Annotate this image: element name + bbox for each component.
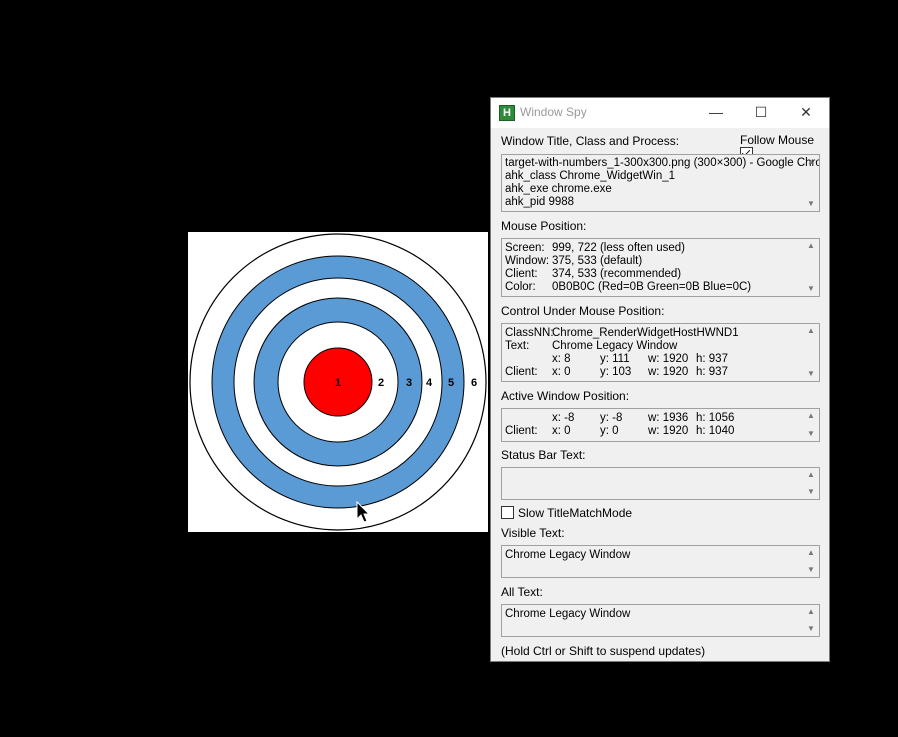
ring-number-5: 5 — [448, 377, 454, 389]
control-y: y: 111 — [600, 353, 630, 365]
active-window-label: Active Window Position: — [501, 389, 630, 403]
text-value: Chrome Legacy Window — [552, 340, 678, 352]
window-key: Window: — [505, 255, 550, 267]
all-text-value: Chrome Legacy Window — [505, 608, 631, 620]
scroll-up-icon[interactable]: ▲ — [806, 158, 816, 166]
active-client-w: w: 1920 — [648, 425, 689, 437]
active-w: w: 1936 — [648, 412, 689, 424]
mouse-position-label: Mouse Position: — [501, 219, 587, 233]
client-value: 374, 533 (recommended) — [552, 268, 682, 280]
scroll-up-icon[interactable]: ▲ — [806, 412, 816, 420]
classnn-key: ClassNN: — [505, 327, 554, 339]
visible-text-box[interactable]: Chrome Legacy Window ▲ ▼ — [501, 545, 820, 578]
window-title-box[interactable]: target-with-numbers_1-300x300.png (300×3… — [501, 154, 820, 212]
maximize-button[interactable]: ☐ — [738, 98, 784, 128]
ring-number-3: 3 — [406, 377, 412, 389]
scroll-down-icon[interactable]: ▼ — [806, 566, 816, 574]
window-title: Window Spy — [520, 105, 587, 119]
all-text-label: All Text: — [501, 585, 543, 599]
scroll-down-icon[interactable]: ▼ — [806, 285, 816, 293]
window-value: 375, 533 (default) — [552, 255, 643, 267]
target-graphic: 1 2 3 4 5 6 — [189, 233, 487, 531]
visible-text-label: Visible Text: — [501, 526, 565, 540]
slow-title-check[interactable] — [501, 506, 514, 519]
all-text-box[interactable]: Chrome Legacy Window ▲ ▼ — [501, 604, 820, 637]
scroll-down-icon[interactable]: ▼ — [806, 430, 816, 438]
active-window-box[interactable]: x: -8 y: -8 w: 1936 h: 1056 Client: x: 0… — [501, 408, 820, 442]
ring-number-1: 1 — [335, 377, 341, 389]
ring-number-6: 6 — [471, 377, 477, 389]
scroll-up-icon[interactable]: ▲ — [806, 549, 816, 557]
scroll-up-icon[interactable]: ▲ — [806, 471, 816, 479]
ring-number-2: 2 — [378, 377, 384, 389]
scroll-down-icon[interactable]: ▼ — [806, 488, 816, 496]
pid-line: ahk_pid 9988 — [505, 196, 575, 208]
close-button[interactable]: ✕ — [783, 98, 829, 128]
visible-text-value: Chrome Legacy Window — [505, 549, 631, 561]
title-section-label: Window Title, Class and Process: — [501, 134, 680, 148]
class-line: ahk_class Chrome_WidgetWin_1 — [505, 170, 676, 182]
target-image: 1 2 3 4 5 6 — [188, 232, 488, 532]
control-client-h: h: 937 — [696, 366, 728, 378]
control-client-y: y: 103 — [600, 366, 632, 378]
client-key: Client: — [505, 268, 538, 280]
screen-value: 999, 722 (less often used) — [552, 242, 685, 254]
control-client-w: w: 1920 — [648, 366, 689, 378]
active-client-key: Client: — [505, 425, 538, 437]
control-position-label: Control Under Mouse Position: — [501, 304, 665, 318]
mouse-position-box[interactable]: Screen: 999, 722 (less often used) Window… — [501, 238, 820, 297]
control-client-x: x: 0 — [552, 366, 571, 378]
active-h: h: 1056 — [696, 412, 735, 424]
status-bar-text — [505, 470, 803, 483]
footer-hint: (Hold Ctrl or Shift to suspend updates) — [501, 644, 706, 658]
title-line: target-with-numbers_1-300x300.png (300×3… — [505, 157, 820, 169]
text-key: Text: — [505, 340, 530, 352]
window-spy: H Window Spy — ☐ ✕ Window Title, Class a… — [490, 97, 830, 662]
status-bar-box[interactable]: ▲ ▼ — [501, 467, 820, 500]
title-bar[interactable]: H Window Spy — ☐ ✕ — [491, 98, 829, 128]
scroll-down-icon[interactable]: ▼ — [806, 200, 816, 208]
minimize-button[interactable]: — — [693, 98, 739, 128]
control-position-box[interactable]: ClassNN: Chrome_RenderWidgetHostHWND1 Tex… — [501, 323, 820, 382]
active-x: x: -8 — [552, 412, 575, 424]
scroll-up-icon[interactable]: ▲ — [806, 327, 816, 335]
scroll-up-icon[interactable]: ▲ — [806, 608, 816, 616]
active-client-x: x: 0 — [552, 425, 571, 437]
active-client-y: y: 0 — [600, 425, 619, 437]
screen-key: Screen: — [505, 242, 545, 254]
scroll-down-icon[interactable]: ▼ — [806, 625, 816, 633]
active-client-h: h: 1040 — [696, 425, 735, 437]
color-key: Color: — [505, 281, 536, 293]
status-bar-label: Status Bar Text: — [501, 448, 586, 462]
active-y: y: -8 — [600, 412, 623, 424]
control-client-key: Client: — [505, 366, 538, 378]
exe-line: ahk_exe chrome.exe — [505, 183, 612, 195]
control-x: x: 8 — [552, 353, 571, 365]
follow-mouse-label: Follow Mouse — [740, 133, 815, 147]
ring-number-4: 4 — [426, 377, 433, 389]
color-value: 0B0B0C (Red=0B Green=0B Blue=0C) — [552, 281, 752, 293]
slow-title-match-checkbox[interactable]: Slow TitleMatchMode — [501, 506, 632, 520]
control-w: w: 1920 — [648, 353, 689, 365]
slow-title-label: Slow TitleMatchMode — [518, 506, 633, 520]
app-icon: H — [499, 105, 515, 121]
mouse-cursor-icon — [356, 501, 371, 523]
control-h: h: 937 — [696, 353, 728, 365]
classnn-value: Chrome_RenderWidgetHostHWND1 — [552, 327, 739, 339]
scroll-down-icon[interactable]: ▼ — [806, 370, 816, 378]
scroll-up-icon[interactable]: ▲ — [806, 242, 816, 250]
